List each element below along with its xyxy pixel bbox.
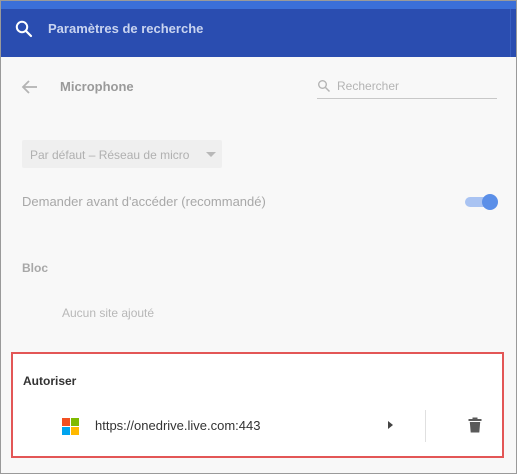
allow-section: Autoriser https://onedrive.live.com:443 <box>11 352 504 458</box>
search-icon <box>318 80 331 93</box>
search-icon[interactable] <box>14 19 34 39</box>
ask-before-access-label: Demander avant d'accéder (recommandé) <box>22 194 266 209</box>
trash-icon[interactable] <box>468 417 482 433</box>
header-search-title[interactable]: Paramètres de recherche <box>48 21 203 36</box>
microphone-device-select[interactable]: Par défaut – Réseau de micro <box>22 140 222 168</box>
header-top-strip <box>1 1 516 9</box>
allow-section-heading: Autoriser <box>23 374 77 388</box>
device-select-value: Par défaut – Réseau de micro <box>30 148 190 162</box>
block-empty-text: Aucun site ajouté <box>62 306 155 320</box>
search-input[interactable] <box>337 77 495 95</box>
expand-arrow-icon[interactable] <box>388 421 393 429</box>
page-title: Microphone <box>60 79 134 94</box>
list-item[interactable]: https://onedrive.live.com:443 <box>13 406 502 442</box>
search-field[interactable] <box>317 75 497 99</box>
microsoft-logo-icon <box>62 418 79 435</box>
settings-window: Paramètres de recherche Microphone Par d… <box>0 0 517 474</box>
chevron-down-icon <box>206 152 216 157</box>
ask-before-access-toggle[interactable] <box>465 194 498 210</box>
site-url[interactable]: https://onedrive.live.com:443 <box>95 418 260 433</box>
row-divider <box>425 410 426 442</box>
header-edge <box>510 9 516 57</box>
search-header: Paramètres de recherche <box>1 1 516 57</box>
block-section-heading: Bloc <box>22 261 49 275</box>
toggle-knob <box>482 194 498 210</box>
arrow-left-icon[interactable] <box>20 77 40 97</box>
